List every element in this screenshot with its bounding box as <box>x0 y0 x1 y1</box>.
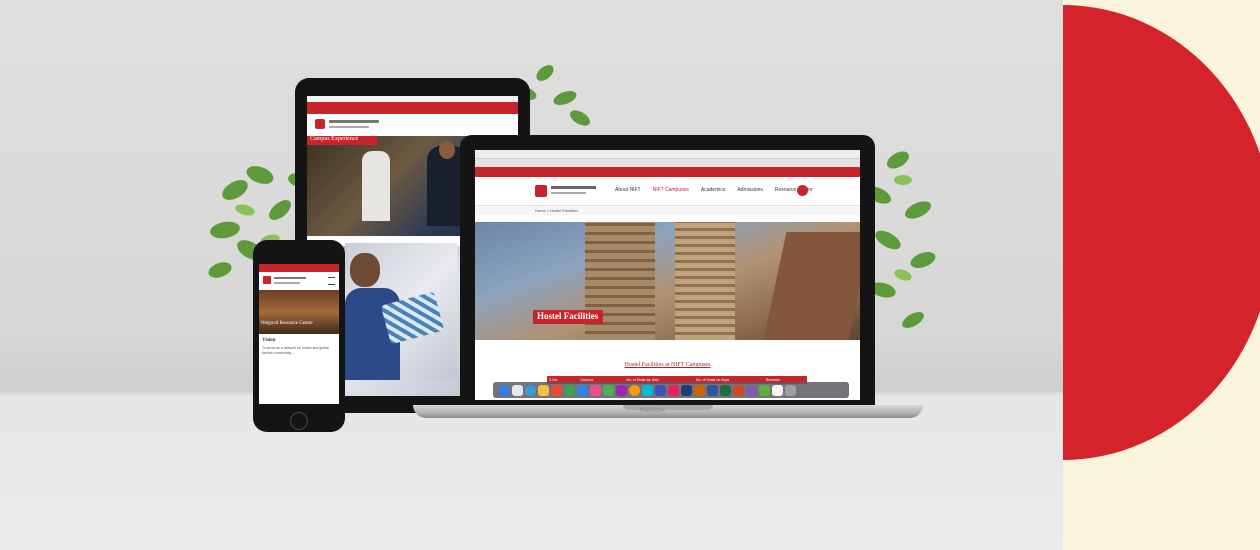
breadcrumb: Home > Hostel Facilities <box>475 206 860 215</box>
dock <box>493 382 849 398</box>
phone-hero-photo: Netgood Resource Centre <box>259 290 339 334</box>
search-icon[interactable] <box>797 185 808 196</box>
nav-item-about[interactable]: About NIFT <box>615 187 641 193</box>
mockup-photo: Campus Experience About NIFT NIFT Campus… <box>0 0 1063 550</box>
laptop-nav: About NIFT NIFT Campuses Academics Admis… <box>615 187 813 193</box>
phone-hero-title: Netgood Resource Centre <box>261 321 313 326</box>
fabric-photo <box>345 243 457 380</box>
phone-device: Netgood Resource Centre Vision To serve … <box>253 240 345 432</box>
home-button[interactable] <box>290 412 308 430</box>
nav-item-academics[interactable]: Academics <box>701 187 725 193</box>
nav-item-campuses[interactable]: NIFT Campuses <box>653 187 689 193</box>
laptop-hero-title: Hostel Facilities <box>537 311 599 321</box>
laptop-hero-photo: Hostel Facilities <box>475 222 860 340</box>
tablet-hero-title: Campus Experience <box>310 136 359 142</box>
laptop-display: About NIFT NIFT Campuses Academics Admis… <box>460 135 875 405</box>
menu-icon[interactable] <box>328 277 335 285</box>
phone-screen: Netgood Resource Centre Vision To serve … <box>259 264 339 404</box>
laptop-brand-label: MacBook <box>640 408 666 414</box>
decorative-red-disc <box>1063 0 1260 550</box>
phone-body-text: To serve as a network for Indian and glo… <box>262 346 329 355</box>
phone-section-title: Vision <box>262 338 276 343</box>
laptop-base <box>413 405 923 418</box>
nav-item-admissions[interactable]: Admissions <box>737 187 763 193</box>
section-heading: Hostel Facilities at NIFT Campuses <box>624 362 711 368</box>
laptop-screen: About NIFT NIFT Campuses Academics Admis… <box>475 150 860 400</box>
